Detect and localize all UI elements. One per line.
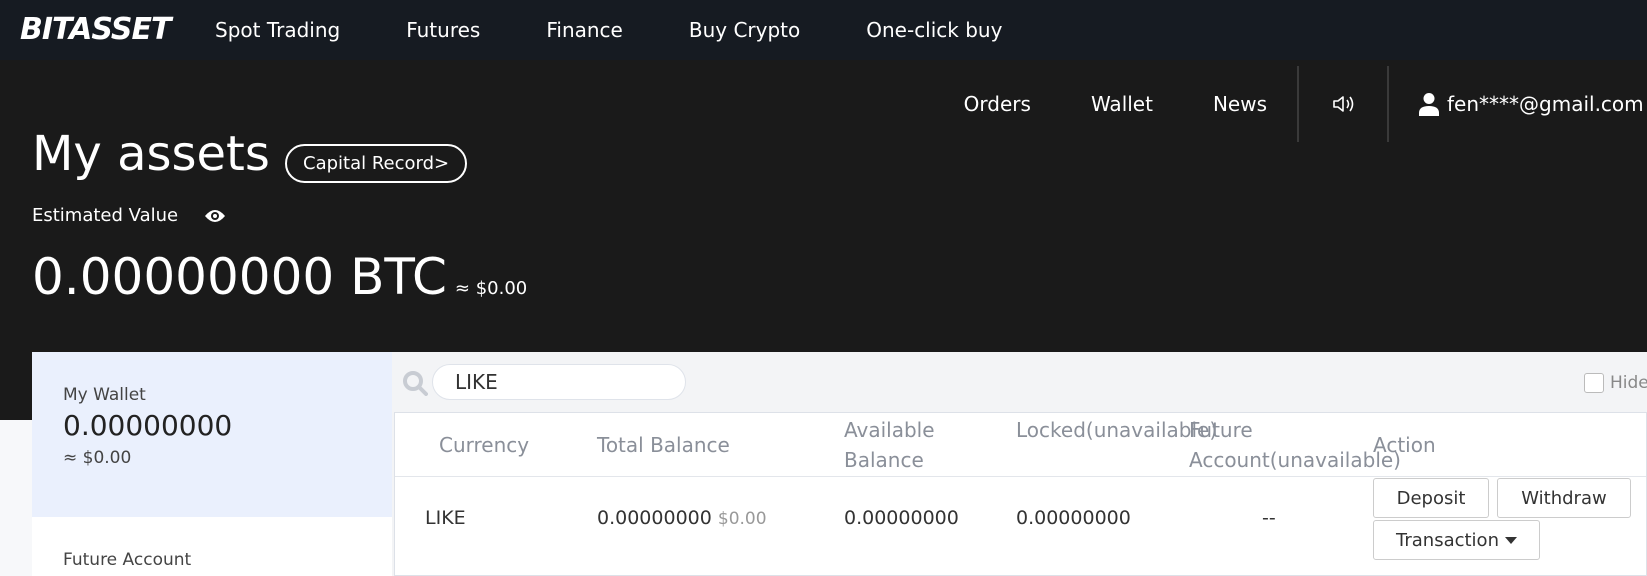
caret-down-icon bbox=[1504, 537, 1517, 544]
secondary-nav: Orders Wallet News fen****@gmail.com bbox=[964, 66, 1647, 142]
assets-panel: Hide Currency Total Balance Available Ba… bbox=[392, 352, 1647, 576]
speaker-icon[interactable] bbox=[1299, 93, 1387, 115]
nav-one-click-buy[interactable]: One-click buy bbox=[866, 18, 1002, 42]
cell-currency: LIKE bbox=[425, 507, 466, 529]
nav-finance[interactable]: Finance bbox=[546, 18, 623, 42]
withdraw-button[interactable]: Withdraw bbox=[1497, 478, 1631, 518]
transaction-dropdown[interactable]: Transaction bbox=[1373, 520, 1540, 560]
header-total-balance: Total Balance bbox=[597, 433, 730, 457]
my-wallet-label: My Wallet bbox=[63, 385, 146, 405]
eye-icon[interactable] bbox=[204, 209, 226, 223]
orders-link[interactable]: Orders bbox=[964, 92, 1031, 116]
estimated-value-label: Estimated Value bbox=[32, 205, 179, 226]
header-action: Action bbox=[1373, 433, 1436, 457]
table-row: LIKE 0.00000000 $0.00 0.00000000 0.00000… bbox=[395, 477, 1646, 561]
account-sidebar: My Wallet 0.00000000 ≈ $0.00 Future Acco… bbox=[32, 352, 392, 576]
assets-table: Currency Total Balance Available Balance… bbox=[394, 412, 1647, 576]
user-email: fen****@gmail.com bbox=[1447, 92, 1644, 116]
my-wallet-value: 0.00000000 bbox=[63, 409, 233, 442]
capital-record-button[interactable]: Capital Record> bbox=[285, 144, 468, 183]
search-bar: Hide bbox=[392, 352, 1647, 412]
table-header: Currency Total Balance Available Balance… bbox=[395, 413, 1646, 477]
top-navbar: BITASSET Spot Trading Futures Finance Bu… bbox=[0, 0, 1647, 60]
estimated-value: Estimated Value bbox=[32, 205, 226, 226]
header-currency: Currency bbox=[439, 433, 530, 457]
user-menu[interactable]: fen****@gmail.com bbox=[1389, 92, 1647, 116]
my-wallet-usd: ≈ $0.00 bbox=[63, 448, 132, 468]
main-nav: Spot Trading Futures Finance Buy Crypto … bbox=[215, 0, 1068, 60]
cell-locked: 0.00000000 bbox=[1016, 507, 1131, 529]
news-link[interactable]: News bbox=[1213, 92, 1267, 116]
wallet-link[interactable]: Wallet bbox=[1091, 92, 1153, 116]
cell-available-balance: 0.00000000 bbox=[844, 507, 959, 529]
nav-futures[interactable]: Futures bbox=[406, 18, 480, 42]
header-locked: Locked(unavailable) bbox=[1016, 418, 1218, 442]
estimated-btc: 0.00000000 BTC bbox=[32, 248, 447, 306]
page-title: My assets bbox=[32, 126, 270, 182]
nav-spot-trading[interactable]: Spot Trading bbox=[215, 18, 340, 42]
estimated-value-amount: 0.00000000 BTC ≈ $0.00 bbox=[32, 248, 527, 306]
header-future-account: Future Account(unavailable) bbox=[1189, 418, 1401, 472]
header-available-balance: Available Balance bbox=[844, 418, 935, 472]
search-icon bbox=[403, 371, 428, 396]
total-balance-usd: $0.00 bbox=[717, 509, 767, 529]
cell-total-balance: 0.00000000 $0.00 bbox=[597, 507, 767, 529]
hide-checkbox[interactable] bbox=[1584, 373, 1604, 393]
hide-label: Hide bbox=[1610, 373, 1647, 393]
estimated-usd: ≈ $0.00 bbox=[454, 278, 528, 299]
cell-future-account: -- bbox=[1262, 507, 1276, 529]
transaction-label: Transaction bbox=[1396, 529, 1499, 551]
search-input[interactable] bbox=[432, 364, 686, 400]
sidebar-item-my-wallet[interactable]: My Wallet 0.00000000 ≈ $0.00 bbox=[32, 352, 392, 517]
nav-buy-crypto[interactable]: Buy Crypto bbox=[689, 18, 800, 42]
sidebar-item-future-account[interactable]: Future Account bbox=[32, 517, 392, 570]
user-icon bbox=[1419, 93, 1439, 116]
deposit-button[interactable]: Deposit bbox=[1373, 478, 1489, 518]
bitasset-logo[interactable]: BITASSET bbox=[20, 12, 171, 47]
hide-toggle[interactable]: Hide bbox=[1584, 373, 1647, 393]
total-balance-value: 0.00000000 bbox=[597, 507, 712, 529]
